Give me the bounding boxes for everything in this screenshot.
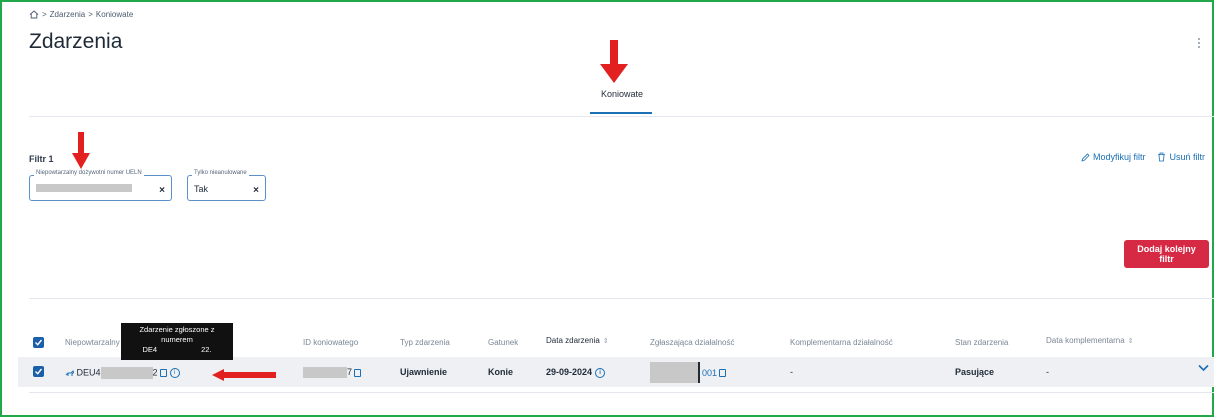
redacted-text	[303, 367, 347, 379]
tooltip-number: DE4 22.	[142, 344, 212, 354]
remove-filter-button[interactable]: Usuń filtr	[1157, 152, 1205, 162]
chip-value-redacted	[36, 184, 132, 194]
column-header-data-komplementarna[interactable]: Data komplementarna ⇕	[1046, 336, 1134, 345]
column-header-gatunek[interactable]: Gatunek	[488, 338, 518, 347]
filter-title: Filtr 1	[29, 154, 54, 164]
copy-icon[interactable]	[719, 368, 727, 377]
horse-icon	[65, 369, 75, 376]
ueln-prefix: DEU4	[76, 367, 101, 378]
home-icon[interactable]	[29, 10, 39, 19]
modify-filter-button[interactable]: Modyfikuj filtr	[1081, 152, 1146, 162]
chevron-down-icon[interactable]	[1198, 364, 1209, 372]
ueln-suffix: 2	[152, 367, 158, 378]
tab-koniowate[interactable]: Koniowate	[592, 89, 652, 99]
column-header-label: Data komplementarna	[1046, 336, 1125, 345]
column-header-id-koniowatego[interactable]: ID koniowatego	[303, 338, 358, 347]
column-header-zglaszajaca[interactable]: Zgłaszająca działalność	[650, 338, 735, 347]
annotation-arrow-down-icon	[72, 132, 90, 169]
divider	[29, 298, 1214, 299]
modify-filter-label: Modyfikuj filtr	[1092, 152, 1146, 162]
breadcrumb-separator: >	[88, 10, 93, 19]
column-header-komplementarna[interactable]: Komplementarna działalność	[790, 338, 893, 347]
close-icon[interactable]: ×	[253, 185, 259, 196]
filter-actions: Modyfikuj filtr Usuń filtr	[1081, 152, 1205, 162]
cell-komplementarna: -	[790, 367, 793, 377]
divider	[29, 392, 1214, 393]
cell-zglaszajaca: 001	[650, 362, 727, 383]
redacted-text	[650, 362, 698, 383]
event-number-tooltip: Zdarzenie zgłoszone z numerem DE4 22.	[121, 323, 233, 360]
breadcrumb: > Zdarzenia > Koniowate	[29, 10, 133, 19]
column-header-typ-zdarzenia[interactable]: Typ zdarzenia	[400, 338, 450, 347]
trash-icon	[1158, 152, 1166, 162]
cell-stan-zdarzenia: Pasujące	[955, 367, 995, 377]
cell-data-komplementarna: -	[1046, 367, 1049, 377]
filter-chip-nieanulowane[interactable]: Tylko nieanulowane Tak ×	[187, 170, 266, 201]
redacted-text	[100, 367, 153, 379]
chip-label: Niepowtarzalny dożywotni numer UELN	[34, 170, 144, 176]
breadcrumb-item-zdarzenia[interactable]: Zdarzenia	[50, 10, 86, 19]
divider	[29, 116, 1214, 117]
chip-value: Tak	[194, 184, 209, 194]
pencil-icon	[1081, 152, 1090, 162]
cell-typ-zdarzenia: Ujawnienie	[400, 367, 448, 377]
more-options-icon[interactable]	[1198, 38, 1202, 48]
breadcrumb-item-koniowate: Koniowate	[95, 10, 134, 19]
active-tab-indicator	[590, 112, 652, 114]
annotation-arrow-left-icon	[212, 369, 276, 381]
add-filter-button[interactable]: Dodaj kolejny filtr	[1124, 240, 1209, 268]
sort-icon[interactable]: ⇕	[1128, 338, 1134, 345]
column-header-ueln[interactable]: Niepowtarzalny	[65, 338, 120, 347]
tooltip-line1: Zdarzenie zgłoszone z	[139, 325, 215, 334]
annotation-arrow-down-icon	[600, 40, 628, 83]
info-icon[interactable]: i	[595, 367, 606, 378]
breadcrumb-separator: >	[42, 10, 47, 19]
column-header-stan-zdarzenia[interactable]: Stan zdarzenia	[955, 338, 1008, 347]
copy-icon[interactable]	[159, 369, 167, 377]
cell-id-koniowatego: 7	[303, 367, 362, 379]
sort-icon[interactable]: ⇕	[603, 338, 609, 345]
info-icon[interactable]: i	[169, 368, 180, 378]
remove-filter-label: Usuń filtr	[1169, 152, 1205, 162]
column-header-label: Data zdarzenia	[546, 336, 600, 345]
cell-gatunek: Konie	[488, 367, 514, 377]
id-suffix: 7	[347, 367, 353, 377]
cell-data-zdarzenia: 29-09-2024 i	[546, 367, 606, 378]
zglaszajaca-suffix[interactable]: 001	[702, 368, 717, 378]
chip-label: Tylko nieanulowane	[192, 170, 249, 176]
filter-chip-ueln[interactable]: Niepowtarzalny dożywotni numer UELN ×	[29, 170, 172, 201]
tooltip-line2: numerem	[161, 334, 193, 344]
table-row[interactable]	[18, 357, 1214, 387]
cell-ueln: DEU4 2 i	[65, 367, 180, 379]
copy-icon[interactable]	[354, 368, 362, 377]
column-header-data-zdarzenia[interactable]: Data zdarzenia ⇕	[546, 336, 609, 345]
close-icon[interactable]: ×	[159, 185, 165, 196]
row-checkbox[interactable]	[33, 366, 44, 377]
page-title: Zdarzenia	[29, 30, 123, 53]
event-date: 29-09-2024	[546, 367, 593, 377]
select-all-checkbox[interactable]	[33, 337, 44, 348]
